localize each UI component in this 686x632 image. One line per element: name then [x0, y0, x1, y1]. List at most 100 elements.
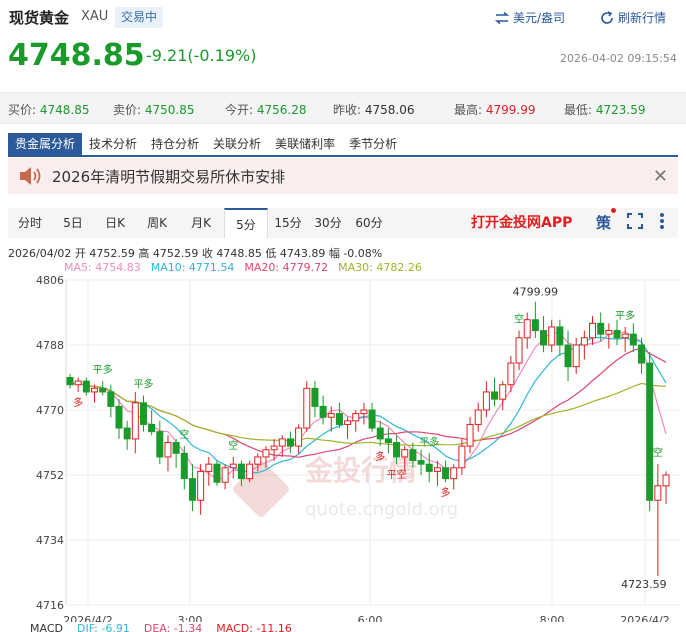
candle-up — [90, 387, 98, 393]
notice-text: 2026年清明节假期交易所休市安排 — [52, 167, 286, 186]
candle-up — [270, 445, 278, 451]
period-tab[interactable]: 5分 — [224, 208, 268, 238]
candle-down — [540, 330, 548, 346]
candle-down — [638, 344, 646, 364]
candle-down — [107, 391, 115, 407]
candle-up — [295, 427, 303, 447]
candle-down — [172, 442, 180, 454]
candle-down — [613, 330, 621, 339]
macd-item: MACD: -11.16 — [216, 622, 292, 632]
refresh-quotes-button[interactable]: 刷新行情 — [600, 9, 666, 26]
candle-down — [409, 449, 417, 462]
candle-up — [303, 387, 311, 429]
candle-up — [327, 413, 335, 418]
signal-label: 平多 — [133, 378, 153, 391]
candle-up — [205, 463, 213, 472]
analysis-tab[interactable]: 持仓分析 — [144, 133, 206, 155]
period-tab[interactable]: 周K — [136, 208, 178, 238]
x-tick-label: 3:00 — [178, 614, 203, 622]
candle-down — [335, 413, 343, 425]
candlestick-chart[interactable]: 4806 4788 4770 4752 4734 4716 2026/4/2 3:00 6:00… — [0, 268, 686, 622]
notice-banner[interactable]: 2026年清明节假期交易所休市安排 ✕ — [8, 158, 678, 194]
candle-up — [352, 413, 360, 422]
y-tick-label: 4734 — [36, 534, 64, 547]
period-tab[interactable]: 月K — [178, 208, 224, 238]
macd-item: DEA: -1.34 — [143, 622, 203, 632]
period-tab[interactable]: 30分 — [308, 208, 348, 238]
x-tick-label: 2026/4/2 — [620, 614, 669, 622]
period-tab[interactable]: 60分 — [348, 208, 390, 238]
candle-down — [286, 438, 294, 447]
stat-item: 最低: 4723.59 — [564, 101, 645, 118]
stat-value: 4756.28 — [253, 103, 307, 117]
signal-label: 空 — [514, 313, 524, 326]
period-tab[interactable]: 15分 — [268, 208, 308, 238]
y-tick-label: 4752 — [36, 469, 64, 482]
candle-down — [564, 344, 572, 368]
fullscreen-icon[interactable] — [627, 213, 643, 229]
swap-icon — [495, 11, 509, 24]
price-change: -9.21(-0.19%) — [146, 46, 257, 65]
candle-down — [99, 387, 107, 393]
stat-value: 4758.06 — [361, 103, 415, 117]
candle-up — [433, 467, 441, 472]
candle-up — [605, 330, 613, 335]
candle-up — [246, 463, 254, 480]
period-tabs: 分时 5日 日K 周K 月K 5分 15分 30分 60分 — [8, 208, 678, 238]
macd-item: DIF: -6.91 — [76, 622, 130, 632]
candle-down — [319, 405, 327, 418]
y-tick-label: 4806 — [36, 274, 64, 287]
speaker-icon — [20, 167, 41, 185]
candle-down — [442, 467, 450, 480]
candle-down — [368, 409, 376, 429]
y-tick-label: 4770 — [36, 404, 64, 417]
signal-label: 平多 — [419, 435, 439, 448]
analysis-tab[interactable]: 贵金属分析 — [8, 133, 83, 155]
candle-up — [197, 470, 205, 501]
candle-down — [148, 423, 156, 433]
analysis-tab[interactable]: 技术分析 — [82, 133, 144, 155]
open-app-link[interactable]: 打开金投网APP — [471, 212, 572, 232]
candle-up — [262, 449, 270, 458]
stat-item: 昨收: 4758.06 — [333, 101, 414, 118]
currency-toggle-button[interactable]: 美元/盎司 — [495, 9, 565, 26]
period-tab[interactable]: 日K — [94, 208, 136, 238]
period-tab[interactable]: 5日 — [52, 208, 94, 238]
candle-down — [491, 391, 499, 400]
candle-down — [82, 380, 90, 393]
low-label: 4723.59 — [621, 578, 667, 591]
analysis-tabs: 贵金属分析 技术分析 持仓分析 关联分析 美联储利率 季节分析 — [8, 133, 404, 155]
more-options-icon[interactable] — [659, 212, 665, 230]
macd-item: MACD — [30, 622, 63, 632]
stat-label: 最低: — [564, 103, 593, 117]
candle-up — [164, 442, 172, 458]
stat-label: 昨收: — [333, 103, 362, 117]
candle-up — [131, 402, 139, 440]
x-tick-label: 2026/4/2 — [63, 614, 112, 622]
candle-down — [376, 427, 384, 440]
notification-dot — [611, 208, 616, 213]
instrument-symbol: XAU — [81, 9, 109, 24]
candle-up — [360, 409, 368, 415]
candle-down — [139, 402, 147, 425]
candle-down — [646, 362, 654, 501]
x-tick-label: 8:00 — [540, 614, 565, 622]
close-icon[interactable]: ✕ — [653, 166, 668, 187]
candle-up — [654, 485, 662, 501]
candle-down — [531, 319, 539, 332]
candle-up — [450, 467, 458, 480]
candle-up — [401, 449, 409, 458]
analysis-tab[interactable]: 美联储利率 — [268, 133, 342, 155]
signal-label: 多 — [441, 486, 451, 499]
period-tab[interactable]: 分时 — [8, 208, 52, 238]
candle-down — [417, 460, 425, 465]
candle-down — [311, 387, 319, 407]
analysis-tab[interactable]: 关联分析 — [206, 133, 268, 155]
candle-down — [556, 326, 564, 346]
candle-up — [662, 474, 670, 487]
currency-toggle-label: 美元/盎司 — [513, 11, 566, 25]
analysis-tab[interactable]: 季节分析 — [342, 133, 404, 155]
candle-up — [482, 391, 490, 411]
signal-label: 多 — [375, 450, 385, 463]
strategy-button[interactable]: 策 — [596, 212, 611, 233]
